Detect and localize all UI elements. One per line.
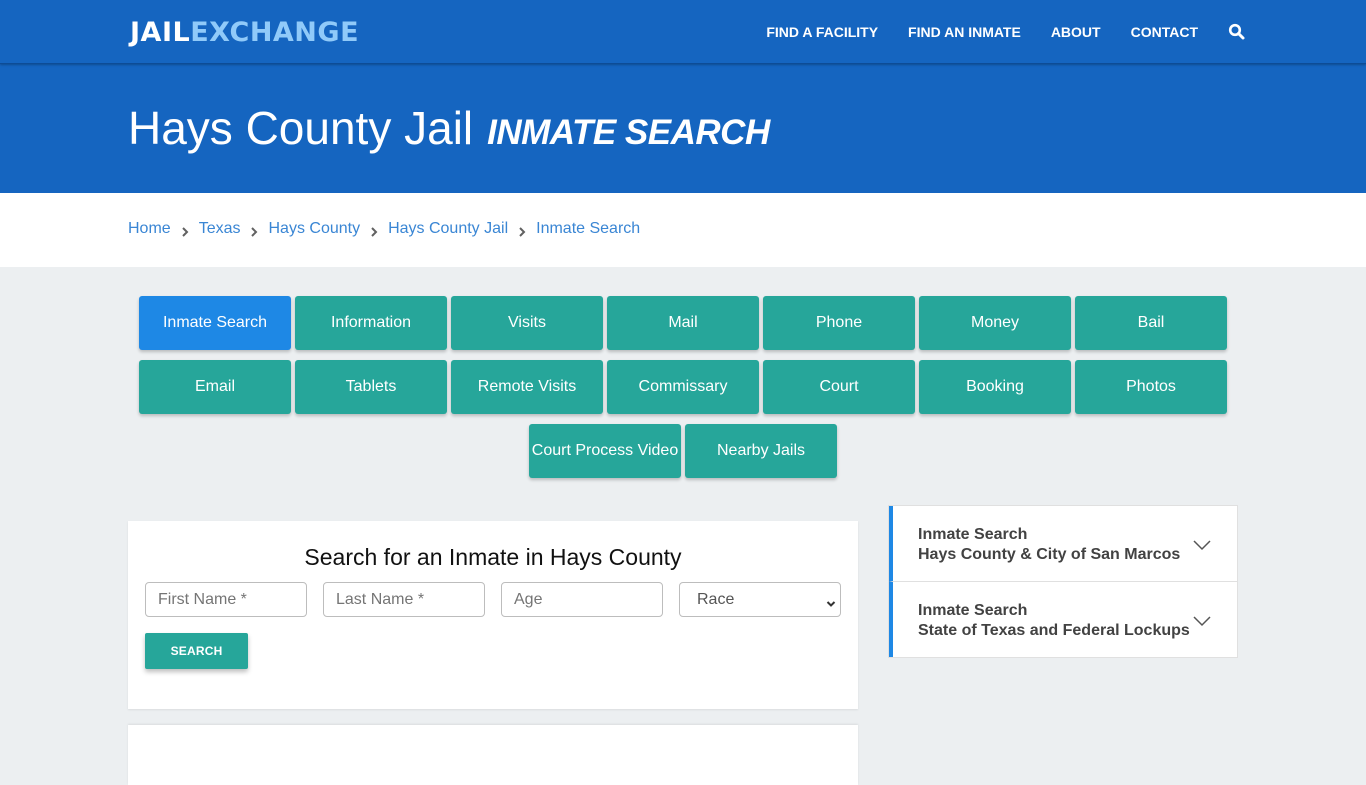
accordion-item-label: Inmate Search Hays County & City of San … [918, 525, 1180, 565]
tab-inmate-search[interactable]: Inmate Search [139, 296, 291, 350]
search-submit-button[interactable]: SEARCH [145, 633, 248, 669]
content-card [128, 725, 858, 785]
nav-contact[interactable]: CONTACT [1131, 24, 1198, 40]
breadcrumb-bar: Home Texas Hays County Hays County Jail … [0, 193, 1366, 267]
breadcrumb-texas[interactable]: Texas [199, 220, 241, 238]
chevron-down-icon[interactable] [1193, 538, 1211, 551]
page-title-subtitle: INMATE SEARCH [487, 113, 770, 152]
chevron-right-icon [250, 224, 258, 237]
tab-photos[interactable]: Photos [1075, 360, 1227, 414]
breadcrumb-inmate-search[interactable]: Inmate Search [536, 220, 640, 238]
nav-find-inmate[interactable]: FIND AN INMATE [908, 24, 1021, 40]
page-title: Hays County Jail INMATE SEARCH [128, 100, 770, 156]
tab-row: Inmate Search Information Visits Mail Ph… [0, 296, 1366, 350]
tab-booking[interactable]: Booking [919, 360, 1071, 414]
page-hero: Hays County Jail INMATE SEARCH [0, 64, 1366, 193]
logo-exchange: EXCHANGE [190, 17, 360, 48]
tab-court[interactable]: Court [763, 360, 915, 414]
breadcrumb-home[interactable]: Home [128, 220, 171, 238]
accordion-item-hays-county[interactable]: Inmate Search Hays County & City of San … [889, 506, 1237, 582]
tab-tablets[interactable]: Tablets [295, 360, 447, 414]
accordion-item-label: Inmate Search State of Texas and Federal… [918, 601, 1190, 641]
nav-links: FIND A FACILITY FIND AN INMATE ABOUT CON… [736, 0, 1246, 64]
accordion-item-line2: Hays County & City of San Marcos [918, 546, 1181, 563]
nav-about[interactable]: ABOUT [1051, 24, 1101, 40]
chevron-down-icon[interactable] [1193, 614, 1211, 627]
top-navbar: JAILEXCHANGE FIND A FACILITY FIND AN INM… [0, 0, 1366, 64]
tab-visits[interactable]: Visits [451, 296, 603, 350]
accordion-item-line2: State of Texas and Federal Lockups [918, 622, 1190, 639]
age-input[interactable] [501, 582, 663, 617]
breadcrumb: Home Texas Hays County Hays County Jail … [128, 220, 640, 238]
first-name-input[interactable] [145, 582, 307, 617]
search-card-title: Search for an Inmate in Hays County [304, 544, 682, 570]
last-name-input[interactable] [323, 582, 485, 617]
tab-phone[interactable]: Phone [763, 296, 915, 350]
chevron-right-icon [370, 224, 378, 237]
race-select[interactable]: Race [679, 582, 841, 617]
inmate-search-card: Search for an Inmate in Hays County Race… [128, 521, 858, 709]
breadcrumb-hays-county[interactable]: Hays County [268, 220, 360, 238]
nav-find-facility[interactable]: FIND A FACILITY [766, 24, 878, 40]
tab-row: Email Tablets Remote Visits Commissary C… [0, 360, 1366, 414]
accordion-item-line1: Inmate Search [918, 602, 1028, 619]
facility-section-tabs: Inmate Search Information Visits Mail Ph… [0, 296, 1366, 488]
tab-commissary[interactable]: Commissary [607, 360, 759, 414]
tab-information[interactable]: Information [295, 296, 447, 350]
tab-email[interactable]: Email [139, 360, 291, 414]
site-logo[interactable]: JAILEXCHANGE [130, 16, 359, 50]
tab-nearby-jails[interactable]: Nearby Jails [685, 424, 837, 478]
breadcrumb-hays-county-jail[interactable]: Hays County Jail [388, 220, 508, 238]
tab-row: Court Process Video Nearby Jails [0, 424, 1366, 478]
accordion-item-state-federal[interactable]: Inmate Search State of Texas and Federal… [889, 582, 1237, 657]
logo-jail: JAIL [130, 17, 191, 48]
tab-mail[interactable]: Mail [607, 296, 759, 350]
tab-bail[interactable]: Bail [1075, 296, 1227, 350]
tab-remote-visits[interactable]: Remote Visits [451, 360, 603, 414]
tab-court-process-video[interactable]: Court Process Video [529, 424, 681, 478]
chevron-right-icon [181, 224, 189, 237]
page-title-main: Hays County Jail [128, 102, 474, 154]
inmate-search-accordion: Inmate Search Hays County & City of San … [888, 505, 1238, 658]
search-icon[interactable] [1228, 23, 1246, 41]
chevron-right-icon [518, 224, 526, 237]
tab-money[interactable]: Money [919, 296, 1071, 350]
accordion-item-line1: Inmate Search [918, 526, 1028, 543]
